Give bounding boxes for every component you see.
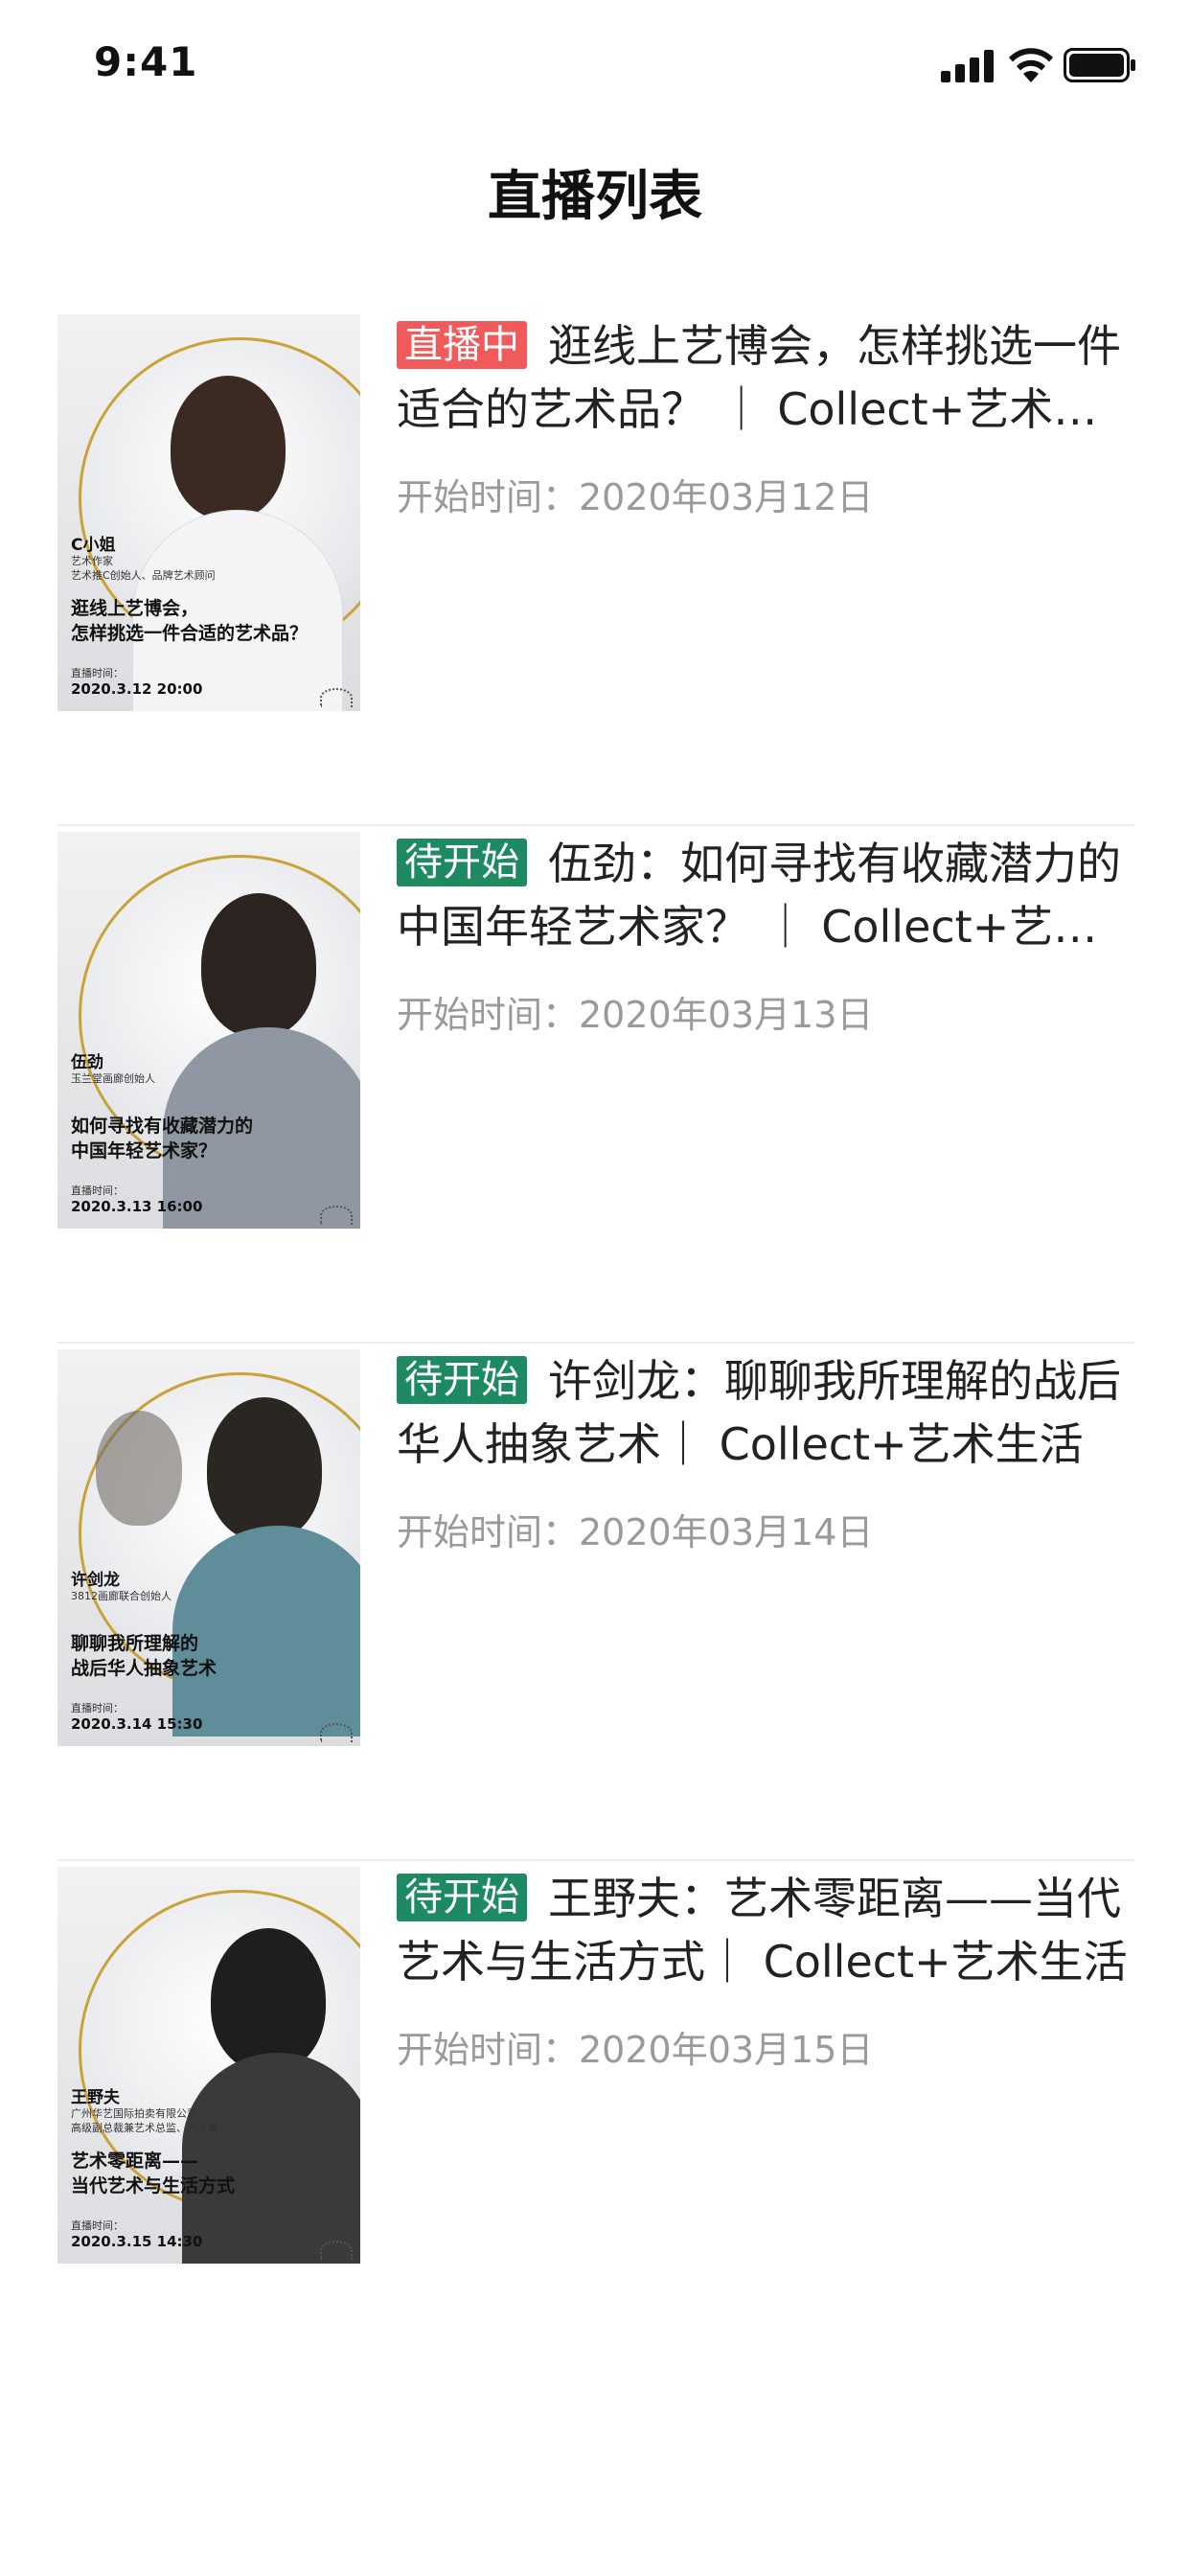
poster-time-label: 直播时间： — [71, 1702, 124, 1714]
poster-name: C小姐 — [71, 536, 116, 555]
poster-image: 王野夫 广州华艺国际拍卖有限公司 高级副总裁兼艺术总监、艺术家 艺术零距离—— … — [57, 1861, 360, 2264]
live-list: C小姐 艺术作家 艺术推C创始人、品牌艺术顾问 逛线上艺博会， 怎样挑选一件合适… — [57, 309, 1134, 2379]
poster-subtitle: 艺术作家 艺术推C创始人、品牌艺术顾问 — [71, 555, 216, 582]
status-badge: 待开始 — [397, 839, 527, 886]
poster-time-label: 直播时间： — [71, 2220, 124, 2232]
poster-headline: 聊聊我所理解的 战后华人抽象艺术 — [71, 1633, 217, 1679]
poster-name: 伍劲 — [71, 1053, 103, 1072]
status-time: 9:41 — [94, 38, 198, 85]
status-badge: 直播中 — [397, 321, 527, 369]
seal-icon — [320, 2241, 353, 2260]
poster-subtitle: 3812画廊联合创始人 — [71, 1590, 172, 1602]
live-list-item[interactable]: 许剑龙 3812画廊联合创始人 聊聊我所理解的 战后华人抽象艺术 直播时间： 2… — [57, 1344, 1134, 1861]
start-time: 开始时间：2020年03月12日 — [397, 476, 874, 518]
start-time: 开始时间：2020年03月14日 — [397, 1511, 874, 1553]
cellular-signal-icon — [941, 50, 994, 82]
item-title[interactable]: 待开始 许剑龙：聊聊我所理解的战后华人抽象艺术｜ Collect+艺术生活 — [397, 1349, 1134, 1476]
item-title[interactable]: 待开始伍劲：如何寻找有收藏潜力的中国年轻艺术家？ ｜ Collect+艺术生活 — [397, 832, 1134, 958]
poster-time-label: 直播时间： — [71, 1184, 124, 1197]
start-time: 开始时间：2020年03月15日 — [397, 2029, 874, 2071]
poster-time: 2020.3.13 16:00 — [71, 1198, 203, 1215]
wifi-icon — [1009, 48, 1053, 82]
poster-time: 2020.3.15 14:30 — [71, 2233, 203, 2250]
poster-image: 伍劲 玉兰堂画廊创始人 如何寻找有收藏潜力的 中国年轻艺术家？ 直播时间： 20… — [57, 826, 360, 1229]
poster-subtitle: 广州华艺国际拍卖有限公司 高级副总裁兼艺术总监、艺术家 — [71, 2107, 218, 2134]
battery-icon — [1064, 48, 1135, 82]
status-bar: 9:41 — [0, 0, 1190, 126]
poster-headline: 艺术零距离—— 当代艺术与生活方式 — [71, 2150, 236, 2196]
poster-image: C小姐 艺术作家 艺术推C创始人、品牌艺术顾问 逛线上艺博会， 怎样挑选一件合适… — [57, 309, 360, 711]
poster-name: 许剑龙 — [71, 1571, 120, 1590]
status-badge: 待开始 — [397, 1874, 527, 1921]
poster-time: 2020.3.12 20:00 — [71, 680, 203, 698]
start-time: 开始时间：2020年03月13日 — [397, 994, 874, 1036]
poster-headline: 逛线上艺博会， 怎样挑选一件合适的艺术品？ — [71, 598, 309, 644]
item-title[interactable]: 待开始 王野夫：艺术零距离——当代艺术与生活方式｜ Collect+艺术生活 — [397, 1867, 1134, 1993]
seal-icon — [320, 688, 353, 707]
live-list-item[interactable]: C小姐 艺术作家 艺术推C创始人、品牌艺术顾问 逛线上艺博会， 怎样挑选一件合适… — [57, 309, 1134, 826]
status-badge: 待开始 — [397, 1356, 527, 1404]
poster-name: 王野夫 — [71, 2088, 120, 2107]
page-title: 直播列表 — [488, 166, 702, 228]
live-list-item[interactable]: 伍劲 玉兰堂画廊创始人 如何寻找有收藏潜力的 中国年轻艺术家？ 直播时间： 20… — [57, 826, 1134, 1344]
live-list-item[interactable]: 王野夫 广州华艺国际拍卖有限公司 高级副总裁兼艺术总监、艺术家 艺术零距离—— … — [57, 1861, 1134, 2379]
poster-time: 2020.3.14 15:30 — [71, 1715, 203, 1733]
poster-time-label: 直播时间： — [71, 667, 124, 679]
seal-icon — [320, 1723, 353, 1742]
poster-subtitle: 玉兰堂画廊创始人 — [71, 1072, 155, 1085]
item-title[interactable]: 直播中逛线上艺博会，怎样挑选一件适合的艺术品？ ｜ Collect+艺术生活 — [397, 314, 1134, 441]
poster-image: 许剑龙 3812画廊联合创始人 聊聊我所理解的 战后华人抽象艺术 直播时间： 2… — [57, 1344, 360, 1746]
seal-icon — [320, 1206, 353, 1225]
poster-headline: 如何寻找有收藏潜力的 中国年轻艺术家？ — [71, 1116, 254, 1162]
